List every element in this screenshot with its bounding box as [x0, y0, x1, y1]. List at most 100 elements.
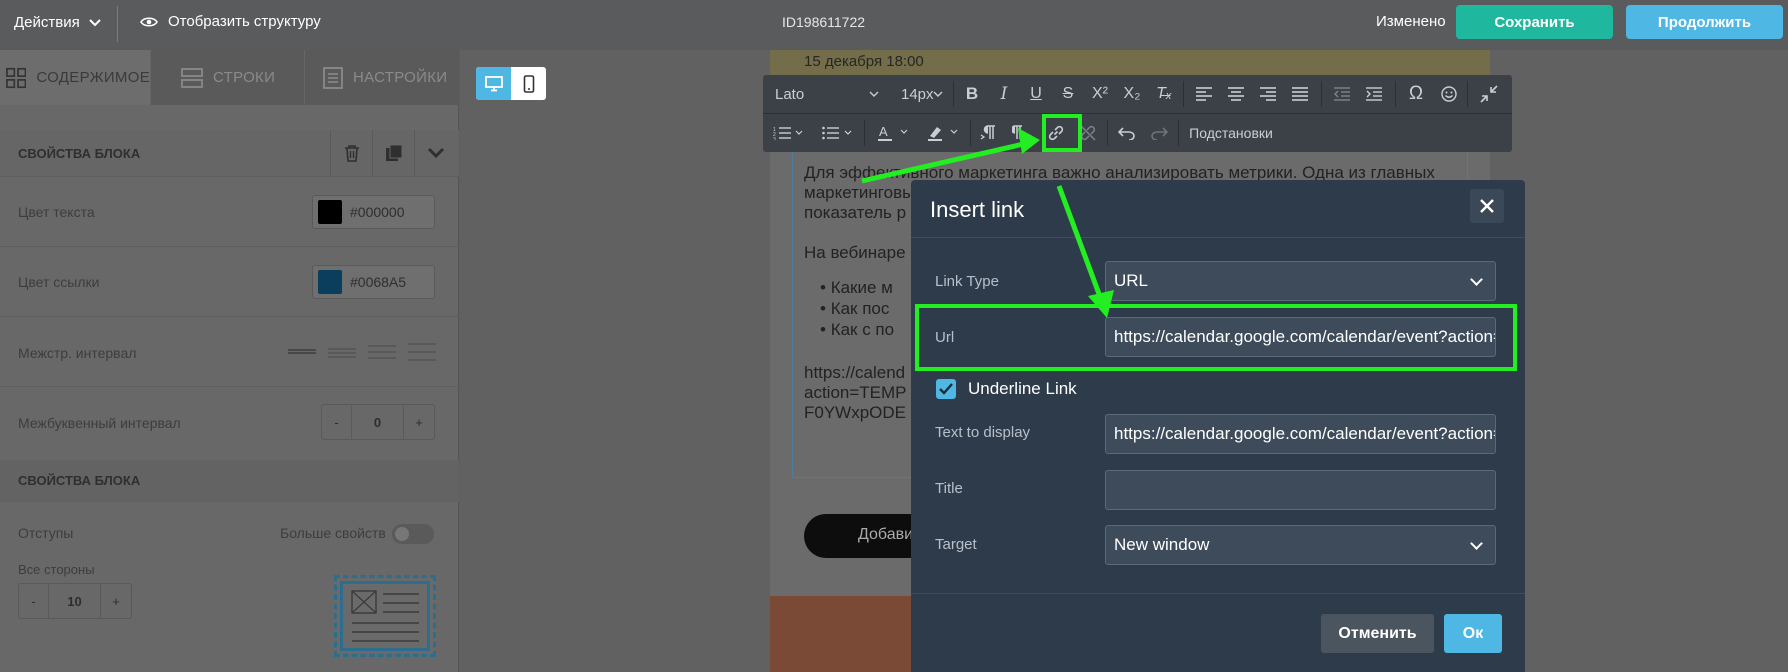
- close-icon: [1480, 199, 1494, 213]
- tab-rows[interactable]: СТРОКИ: [151, 50, 304, 105]
- email-link-text: https://calend: [804, 363, 906, 382]
- underline-label: Underline Link: [968, 379, 1077, 398]
- numbered-list-button[interactable]: 123: [763, 114, 813, 152]
- desktop-view-button[interactable]: [476, 67, 511, 100]
- bullet-list-button[interactable]: [813, 114, 861, 152]
- chevron-down-icon: [933, 91, 943, 97]
- outdent-button[interactable]: [1326, 75, 1358, 113]
- tab-settings[interactable]: НАСТРОЙКИ: [305, 50, 459, 105]
- block-properties-title-2: СВОЙСТВА БЛОКА: [18, 473, 141, 488]
- padding-preview: [334, 575, 436, 657]
- show-structure-label: Отобразить структуру: [168, 13, 321, 30]
- bullet-item: • Как с по: [820, 320, 895, 339]
- redo-button[interactable]: [1143, 114, 1175, 152]
- target-select[interactable]: New window: [1105, 525, 1496, 565]
- increment-button[interactable]: +: [404, 405, 434, 439]
- more-props-toggle[interactable]: [392, 524, 434, 544]
- rows-icon: [181, 67, 203, 88]
- subscript-button[interactable]: X₂: [1116, 75, 1148, 113]
- layout-preview-icon: [351, 590, 419, 642]
- mobile-view-button[interactable]: [511, 67, 546, 100]
- special-char-button[interactable]: Ω: [1399, 75, 1433, 113]
- link-type-select[interactable]: URL: [1105, 261, 1496, 301]
- email-link-text: F0YWxpODE: [804, 403, 907, 422]
- padding-row: Отступы Больше свойств Все стороны - 10 …: [0, 502, 459, 672]
- top-bar: Действия Отобразить структуру ID19861172…: [0, 0, 1788, 50]
- event-date: 15 декабря 18:00: [804, 53, 924, 70]
- duplicate-icon: [385, 144, 402, 161]
- text-color-row: Цвет текста #000000: [0, 176, 459, 246]
- padding-increment-button[interactable]: +: [101, 584, 131, 618]
- superscript-button[interactable]: X²: [1084, 75, 1116, 113]
- toolbar-divider: [1321, 81, 1322, 107]
- underline-checkbox[interactable]: [936, 379, 956, 399]
- link-color-swatch: [318, 270, 342, 294]
- undo-button[interactable]: [1111, 114, 1143, 152]
- smiley-icon: [1441, 86, 1457, 102]
- bullet-text: Как с по: [830, 320, 895, 339]
- align-justify-button[interactable]: [1284, 75, 1316, 113]
- continue-button[interactable]: Продолжить: [1626, 5, 1783, 39]
- all-sides-label: Все стороны: [18, 562, 95, 577]
- bullet-item: • Как пос: [820, 299, 890, 318]
- show-structure-button[interactable]: Отобразить структуру: [140, 13, 321, 30]
- duplicate-block-button[interactable]: [372, 130, 414, 176]
- toolbar-row-2: 123 A Подстановки: [763, 114, 1512, 152]
- link-color-picker[interactable]: #0068A5: [312, 265, 435, 299]
- save-button[interactable]: Сохранить: [1456, 5, 1613, 39]
- link-color-value: #0068A5: [350, 274, 407, 290]
- align-left-button[interactable]: [1188, 75, 1220, 113]
- bullet-list-icon: [822, 126, 852, 140]
- font-size-value: 14px: [901, 85, 934, 103]
- collapse-toolbar-button[interactable]: [1471, 75, 1507, 113]
- decrement-button[interactable]: -: [322, 405, 352, 439]
- merge-tags-label: Подстановки: [1189, 125, 1273, 141]
- align-center-button[interactable]: [1220, 75, 1252, 113]
- more-props-label: Больше свойств: [280, 525, 386, 541]
- text-to-display-label: Text to display: [935, 424, 1031, 441]
- underline-button[interactable]: U: [1020, 75, 1052, 113]
- svg-text:A: A: [879, 124, 888, 139]
- italic-button[interactable]: I: [988, 75, 1020, 113]
- link-button-highlight: [1042, 114, 1082, 152]
- tab-content[interactable]: СОДЕРЖИМОЕ: [0, 50, 150, 105]
- text-color-button[interactable]: A: [868, 114, 918, 152]
- clear-format-button[interactable]: T̶ₓ: [1148, 75, 1180, 113]
- padding-stepper: - 10 +: [18, 583, 132, 619]
- rtl-button[interactable]: [1005, 114, 1037, 152]
- merge-tags-button[interactable]: Подстановки: [1181, 114, 1281, 152]
- actions-menu[interactable]: Действия: [14, 14, 102, 31]
- letter-spacing-value[interactable]: 0: [352, 405, 404, 439]
- text-to-display-input[interactable]: https://calendar.google.com/calendar/eve…: [1105, 414, 1496, 454]
- align-right-button[interactable]: [1252, 75, 1284, 113]
- block-properties-header-2: СВОЙСТВА БЛОКА: [0, 460, 459, 502]
- close-button[interactable]: [1470, 189, 1504, 223]
- padding-decrement-button[interactable]: -: [19, 584, 49, 618]
- indent-button[interactable]: [1358, 75, 1390, 113]
- link-color-row: Цвет ссылки #0068A5: [0, 246, 459, 316]
- padding-value[interactable]: 10: [49, 584, 101, 618]
- ltr-icon: [980, 125, 995, 140]
- delete-block-button[interactable]: [330, 130, 372, 176]
- ltr-button[interactable]: [973, 114, 1005, 152]
- toolbar-divider: [1107, 120, 1108, 146]
- cancel-button[interactable]: Отменить: [1321, 614, 1434, 653]
- strikethrough-button[interactable]: S: [1052, 75, 1084, 113]
- emoji-button[interactable]: [1433, 75, 1465, 113]
- bold-button[interactable]: B: [956, 75, 988, 113]
- text-color-picker[interactable]: #000000: [312, 195, 435, 229]
- title-input[interactable]: [1105, 470, 1496, 510]
- letter-spacing-stepper: - 0 +: [321, 404, 435, 440]
- font-size-select[interactable]: 14px: [887, 75, 951, 113]
- rtl-icon: [1012, 125, 1030, 140]
- highlight-color-button[interactable]: [918, 114, 968, 152]
- divider: [117, 6, 118, 42]
- bullet-text: Какие м: [830, 278, 893, 297]
- align-justify-icon: [1292, 87, 1308, 101]
- checkmark-icon: [939, 383, 953, 395]
- line-spacing-options[interactable]: [288, 343, 436, 361]
- collapse-block-button[interactable]: [414, 130, 456, 176]
- desktop-icon: [484, 75, 503, 91]
- ok-button[interactable]: Ок: [1444, 614, 1502, 653]
- font-family-select[interactable]: Lato: [763, 75, 887, 113]
